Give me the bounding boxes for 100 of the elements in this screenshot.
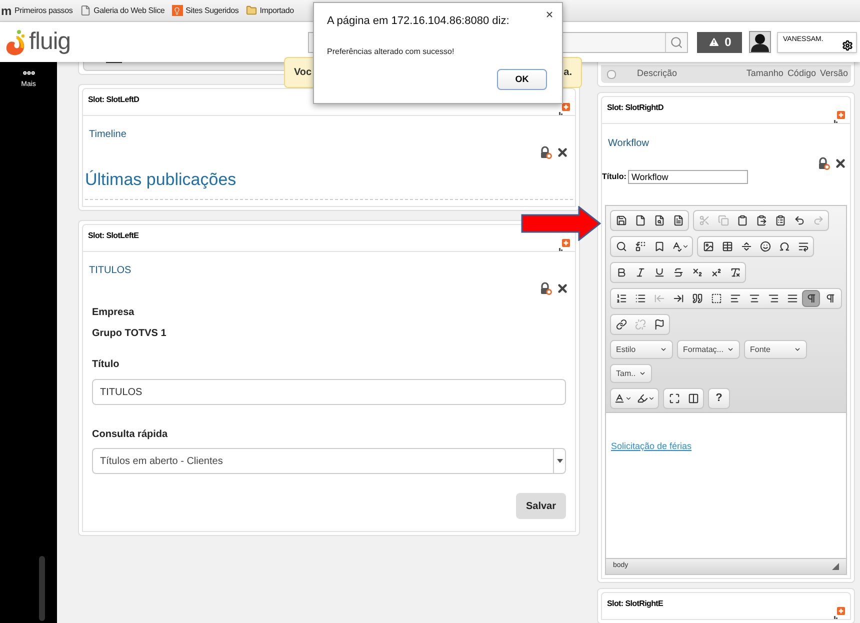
image-icon	[702, 241, 714, 252]
replace-icon	[634, 241, 646, 252]
pilcrow-icon	[824, 293, 836, 304]
query-select[interactable]: Títulos em aberto - Clientes	[92, 448, 566, 474]
lightbulb-icon	[172, 5, 183, 16]
toolbar-button[interactable]: ?	[710, 390, 728, 407]
format-dropdown[interactable]: Formataç...	[677, 340, 740, 359]
add-widget-icon[interactable]	[833, 607, 845, 619]
caret-icon	[639, 370, 646, 377]
bookmark-icon	[654, 241, 664, 252]
unlink-icon	[634, 319, 646, 330]
page-icon	[80, 5, 91, 16]
add-widget-icon[interactable]	[558, 239, 570, 251]
column-header[interactable]: Versão	[820, 67, 848, 81]
caret-icon	[625, 395, 632, 402]
dialog-message: Preferências alterado com sucesso!	[327, 46, 456, 58]
field-label: Consulta rápida	[92, 428, 169, 442]
lock-icon[interactable]	[540, 282, 552, 295]
field-label: Empresa	[92, 306, 136, 320]
undo-icon	[794, 215, 804, 226]
search-icon	[616, 241, 626, 252]
scissors-icon	[698, 215, 710, 226]
smiley-icon	[760, 241, 770, 252]
close-icon[interactable]	[545, 10, 554, 19]
select-all-checkbox[interactable]	[607, 70, 616, 78]
avatar-silhouette[interactable]	[749, 31, 771, 53]
caret-icon	[660, 346, 667, 353]
indent-icon	[672, 293, 684, 304]
caret-icon	[727, 346, 734, 353]
page-magnifier-icon	[654, 215, 664, 226]
align-right-icon	[768, 293, 778, 304]
toolbar-button[interactable]	[802, 290, 820, 307]
bookmark-favicon: m	[1, 4, 12, 16]
lock-icon[interactable]	[818, 157, 830, 170]
widget-title-link[interactable]: TITULOS	[89, 265, 132, 276]
flag-icon	[654, 319, 664, 330]
bookmark-link[interactable]: Primeiros passos	[14, 4, 73, 16]
slot-title: Slot: SlotRightE	[607, 598, 664, 610]
column-header[interactable]: Código	[787, 67, 816, 81]
fluig-logo-icon	[5, 28, 27, 56]
close-icon[interactable]	[556, 282, 569, 295]
dialog-title: A página em 172.16.104.86:8080 diz:	[327, 14, 510, 29]
widget-title-link[interactable]: Timeline	[89, 129, 126, 140]
copy-icon	[718, 215, 728, 226]
clipboard-icon	[736, 215, 748, 226]
lock-icon[interactable]	[540, 146, 552, 159]
widget-title-link[interactable]: Workflow	[608, 138, 649, 149]
slot-title: Slot: SlotRightD	[607, 102, 664, 114]
section-heading: Últimas publicações	[85, 170, 236, 189]
redo-icon	[812, 215, 824, 226]
quote-icon	[692, 293, 702, 304]
content-link[interactable]: Solicitação de férias	[611, 441, 692, 451]
logo-wordmark: fluig	[29, 30, 71, 54]
title-input-field[interactable]: Workflow	[628, 170, 748, 184]
field-label: Título:	[602, 171, 626, 183]
horizontal-rule-icon	[740, 241, 752, 252]
title-input-field[interactable]: TITULOS	[92, 379, 566, 405]
folder-icon	[246, 5, 257, 16]
format-dropdown[interactable]: Tam..	[610, 364, 652, 383]
notification-text: Voc	[294, 66, 312, 80]
add-widget-icon[interactable]	[558, 103, 570, 115]
bold-icon	[616, 267, 626, 278]
column-header[interactable]: Descrição	[637, 67, 678, 81]
scrollbar-thumb[interactable]	[39, 556, 45, 621]
close-icon[interactable]	[834, 157, 847, 170]
pilcrow-icon	[806, 293, 816, 304]
close-icon[interactable]	[556, 146, 569, 159]
resize-grip-icon[interactable]	[832, 563, 839, 570]
ok-button[interactable]: OK	[497, 69, 547, 90]
bookmark-link[interactable]: Sites Sugeridos	[186, 4, 239, 16]
outdent-icon	[654, 293, 664, 304]
company-name: Grupo TOTVS 1	[92, 327, 168, 341]
bookmark-link[interactable]: Galeria do Web Slice	[94, 4, 165, 16]
maximize-icon	[668, 393, 680, 404]
format-dropdown[interactable]: Fonte	[744, 340, 807, 359]
slot-title: Slot: SlotLeftD	[88, 94, 140, 106]
subscript-icon	[692, 267, 702, 278]
link-icon	[616, 319, 626, 330]
omega-icon	[778, 241, 790, 252]
slot-title: Slot: SlotLeftE	[88, 230, 139, 242]
clipboard-paste-icon	[756, 215, 766, 226]
blank-page-icon	[634, 215, 646, 226]
save-button[interactable]: Salvar	[516, 493, 566, 519]
numbered-list-icon	[616, 293, 626, 304]
clipboard-list-icon	[774, 215, 786, 226]
div-container-icon	[710, 293, 722, 304]
caret-icon	[648, 395, 655, 402]
notification-text: a.	[564, 66, 572, 80]
thumbnail	[106, 59, 122, 63]
format-dropdown[interactable]: Estilo	[610, 340, 673, 359]
settings-icon[interactable]	[842, 40, 853, 50]
alerts-button[interactable]: 0	[697, 32, 742, 52]
superscript-icon	[710, 267, 722, 278]
caret-icon	[682, 243, 689, 250]
column-header[interactable]: Tamanho	[746, 67, 784, 81]
strikethrough-icon	[672, 267, 684, 278]
bookmark-link[interactable]: Importado	[260, 4, 294, 16]
add-widget-icon[interactable]	[833, 111, 845, 123]
align-center-icon	[748, 293, 760, 304]
show-blocks-icon	[688, 393, 698, 404]
